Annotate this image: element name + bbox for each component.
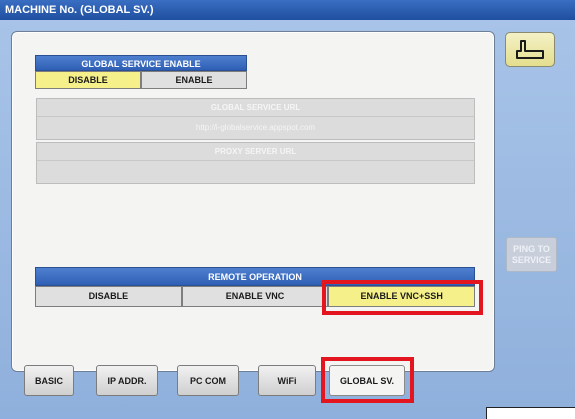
window-title: MACHINE No. (GLOBAL SV.) [0, 0, 575, 20]
ping-to-service-button[interactable]: PING TO SERVICE [506, 237, 557, 272]
back-button[interactable] [505, 32, 555, 67]
tab-basic[interactable]: BASIC [24, 365, 74, 396]
global-service-url-value: http://i-globalservice.appspot.com [195, 123, 316, 132]
global-service-enable-toggle: DISABLE ENABLE [35, 71, 247, 89]
tab-pc-com[interactable]: PC COM [177, 365, 239, 396]
proxy-server-url-field[interactable]: PROXY SERVER URL [36, 142, 475, 184]
status-box [486, 407, 575, 419]
global-service-url-label: GLOBAL SERVICE URL [37, 99, 474, 117]
tab-ip-addr[interactable]: IP ADDR. [96, 365, 158, 396]
tab-wifi[interactable]: WiFi [258, 365, 316, 396]
remote-disable-button[interactable]: DISABLE [35, 286, 182, 307]
ping-to-service-label: PING TO SERVICE [511, 243, 552, 265]
return-arrow-icon [516, 39, 544, 59]
remote-enable-vnc-ssh-button[interactable]: ENABLE VNC+SSH [328, 286, 476, 307]
remote-enable-vnc-button[interactable]: ENABLE VNC [181, 286, 329, 307]
global-service-enable-button[interactable]: ENABLE [141, 71, 247, 89]
global-service-disable-button[interactable]: DISABLE [35, 71, 141, 89]
global-service-url-field[interactable]: GLOBAL SERVICE URL http://i-globalservic… [36, 98, 475, 140]
global-service-enable-header: GLOBAL SERVICE ENABLE [35, 55, 247, 71]
remote-operation-options: DISABLE ENABLE VNC ENABLE VNC+SSH [35, 286, 476, 307]
tab-global-sv[interactable]: GLOBAL SV. [329, 365, 405, 396]
remote-operation-header: REMOTE OPERATION [35, 267, 475, 286]
proxy-server-url-label: PROXY SERVER URL [37, 143, 474, 161]
